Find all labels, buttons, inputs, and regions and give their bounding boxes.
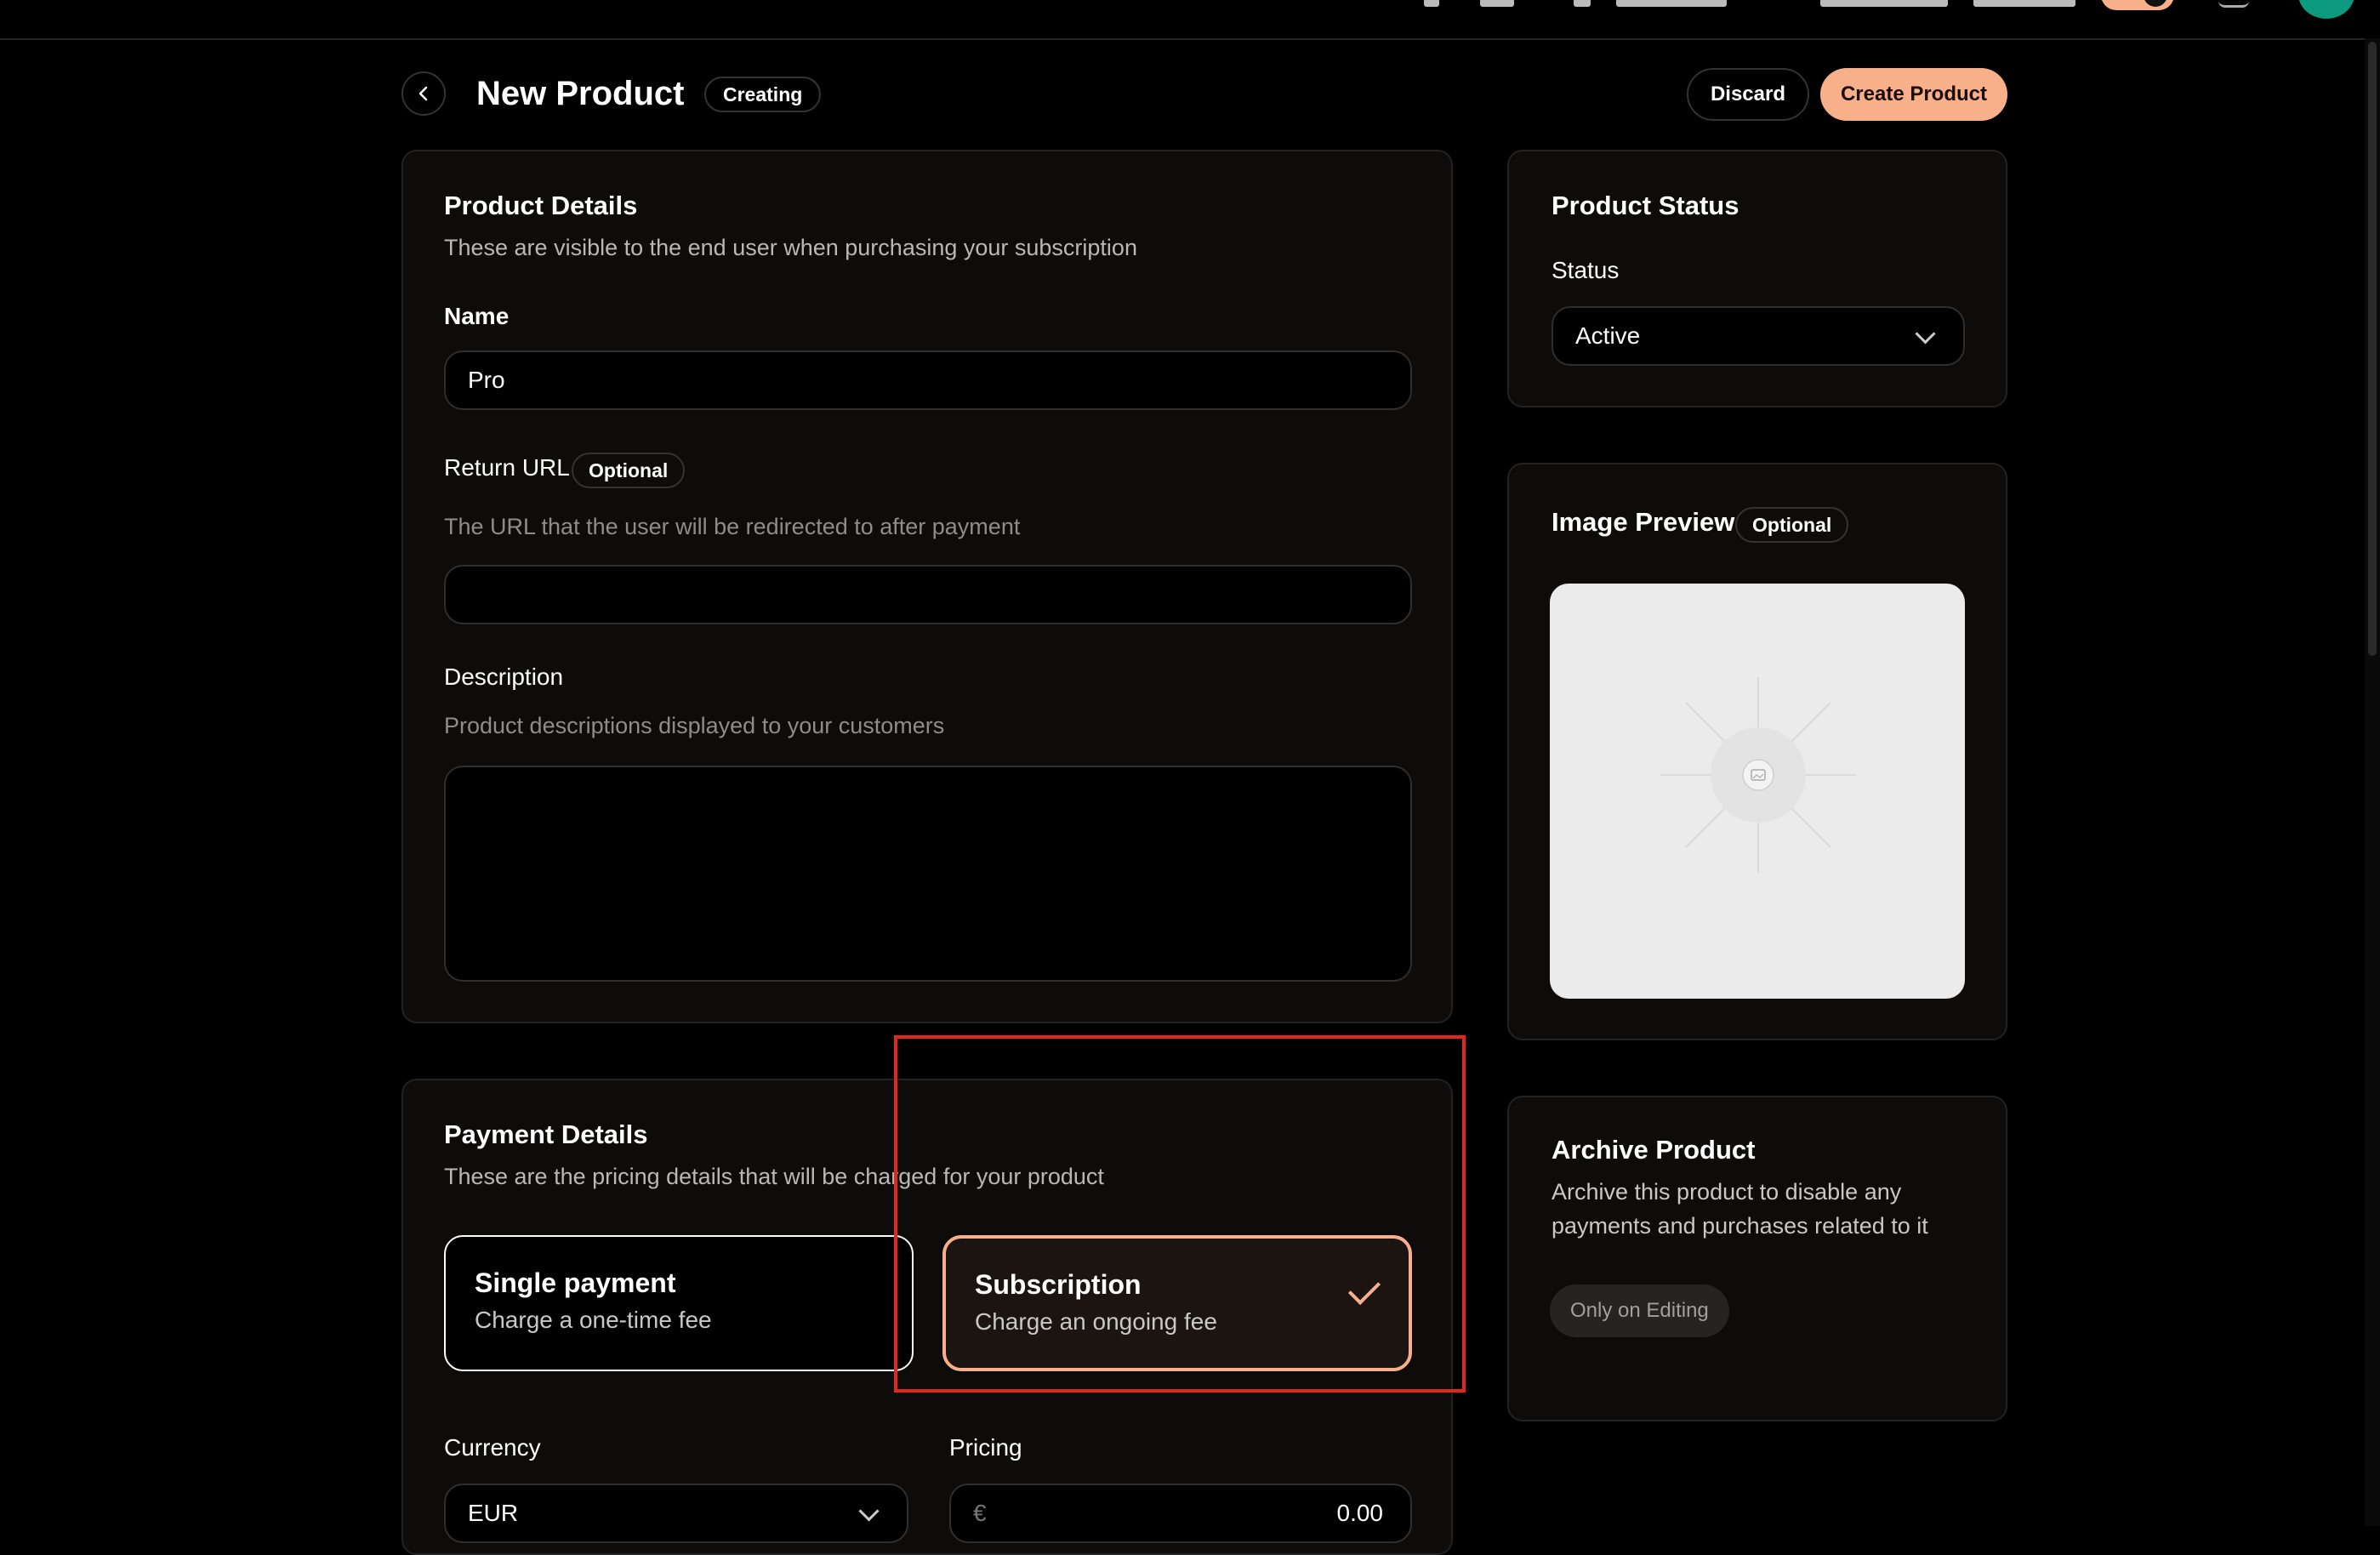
create-product-button[interactable]: Create Product — [1819, 68, 2007, 121]
chevron-down-icon — [858, 1501, 880, 1522]
pricing-value: 0.00 — [1336, 1500, 1384, 1526]
nav-item-icon[interactable] — [1574, 0, 1591, 7]
nav-item-icon[interactable] — [1820, 0, 1948, 7]
avatar[interactable] — [2298, 0, 2354, 19]
image-preview-dropzone[interactable] — [1550, 584, 1965, 999]
optional-badge: Optional — [1735, 507, 1849, 543]
currency-symbol: € — [973, 1500, 987, 1526]
discard-button[interactable]: Discard — [1686, 68, 1809, 121]
card-subtitle-line1: Archive this product to disable any — [1552, 1179, 1902, 1205]
scrollbar-thumb[interactable] — [2368, 42, 2377, 656]
name-input[interactable]: Pro — [444, 350, 1412, 410]
bell-icon[interactable] — [2218, 0, 2249, 8]
back-button[interactable] — [401, 71, 446, 116]
status-badge: Creating — [704, 77, 822, 112]
highlight-box — [894, 1035, 1466, 1393]
archive-button[interactable]: Only on Editing — [1550, 1284, 1729, 1337]
return-url-hint: The URL that the user will be redirected… — [444, 514, 1021, 539]
return-url-input[interactable] — [444, 565, 1412, 624]
scrollbar[interactable] — [2365, 38, 2380, 1526]
archive-product-card: Archive Product Archive this product to … — [1507, 1096, 2007, 1421]
top-navigation-bar — [0, 0, 2380, 40]
card-title: Image Preview — [1552, 507, 1735, 537]
card-subtitle: These are visible to the end user when p… — [444, 235, 1137, 260]
name-label: Name — [444, 303, 510, 329]
single-payment-option[interactable]: Single payment Charge a one-time fee — [444, 1235, 914, 1371]
page-header: New Product Creating Discard Create Prod… — [401, 66, 2007, 124]
option-title: Single payment — [475, 1267, 676, 1298]
product-details-card: Product Details These are visible to the… — [401, 150, 1453, 1023]
optional-badge: Optional — [572, 453, 686, 488]
status-value: Active — [1575, 322, 1641, 349]
product-status-card: Product Status Status Active — [1507, 150, 2007, 407]
theme-toggle[interactable] — [2101, 0, 2174, 10]
chevron-down-icon — [1915, 323, 1936, 345]
nav-item-icon[interactable] — [1424, 0, 1439, 7]
nav-item-icon[interactable] — [1616, 0, 1727, 7]
description-hint: Product descriptions displayed to your c… — [444, 713, 945, 738]
status-select[interactable]: Active — [1552, 306, 1965, 366]
pricing-input[interactable]: € 0.00 — [949, 1484, 1412, 1543]
nav-item-icon[interactable] — [1480, 0, 1514, 7]
return-url-label: Return URL — [444, 454, 570, 481]
card-title: Product Details — [444, 191, 638, 220]
currency-label: Currency — [444, 1434, 541, 1461]
page-title: New Product — [476, 75, 685, 112]
card-title: Archive Product — [1552, 1135, 1756, 1165]
pricing-label: Pricing — [949, 1434, 1022, 1461]
option-subtitle: Charge a one-time fee — [475, 1307, 712, 1333]
nav-item-icon[interactable] — [1973, 0, 2075, 7]
card-title: Payment Details — [444, 1119, 648, 1149]
status-label: Status — [1552, 257, 1620, 283]
card-subtitle-line2: payments and purchases related to it — [1552, 1213, 1928, 1239]
description-label: Description — [444, 664, 564, 690]
description-textarea[interactable] — [444, 766, 1412, 982]
image-placeholder-icon — [1660, 677, 1856, 873]
card-title: Product Status — [1552, 191, 1739, 220]
currency-select[interactable]: EUR — [444, 1484, 908, 1543]
currency-value: EUR — [468, 1500, 519, 1526]
back-chevron-icon — [418, 86, 428, 101]
